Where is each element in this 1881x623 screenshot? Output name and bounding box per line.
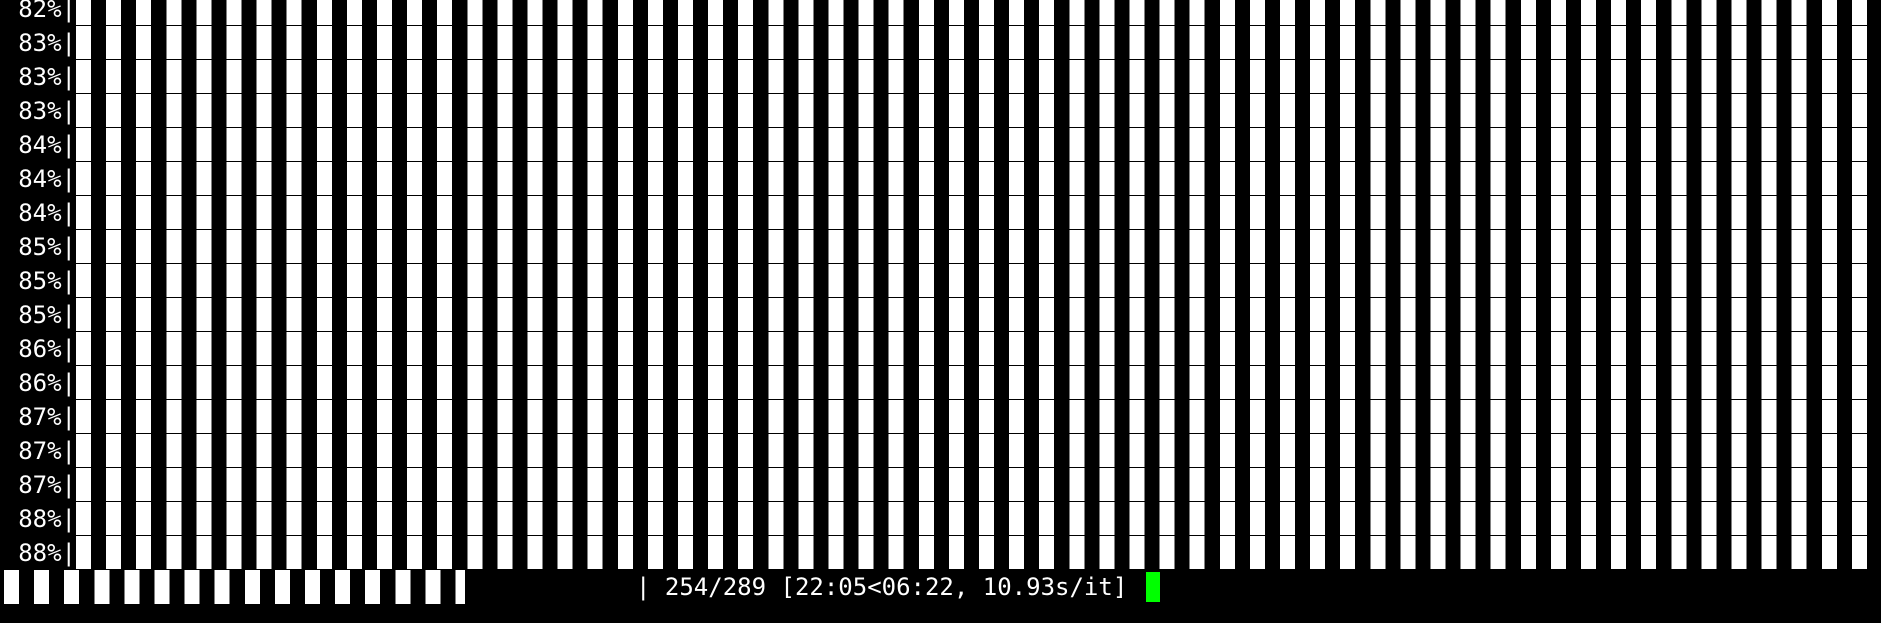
progress-line: 84%| (0, 162, 1881, 196)
progress-percent: 82%| (18, 0, 76, 23)
progress-percent: 85%| (18, 301, 76, 329)
progress-line: 86%| (0, 332, 1881, 366)
current-progress-line: | 254/289 [22:05<06:22, 10.93s/it] (0, 567, 1881, 607)
progress-bar-blocks (76, 128, 1874, 162)
progress-bar-blocks (76, 60, 1874, 94)
progress-bar-blocks (76, 230, 1874, 264)
progress-percent: 84%| (18, 165, 76, 193)
progress-percent: 88%| (18, 539, 76, 567)
progress-bar-blocks (76, 536, 1874, 570)
progress-bar-blocks (76, 162, 1874, 196)
progress-bar-blocks (76, 502, 1874, 536)
progress-line: 85%| (0, 264, 1881, 298)
progress-percent: 84%| (18, 199, 76, 227)
progress-percent: 83%| (18, 97, 76, 125)
progress-line: 86%| (0, 366, 1881, 400)
progress-bar-blocks (76, 0, 1874, 26)
progress-line: 87%| (0, 400, 1881, 434)
progress-bar-blocks (76, 468, 1874, 502)
partial-progress-bar (4, 570, 465, 604)
progress-percent: 83%| (18, 29, 76, 57)
progress-line: 85%| (0, 298, 1881, 332)
progress-percent: 87%| (18, 471, 76, 499)
progress-bar-blocks (76, 332, 1874, 366)
progress-line: 88%| (0, 536, 1881, 570)
progress-line: 83%| (0, 26, 1881, 60)
progress-bar-end (458, 570, 461, 604)
progress-line: 88%| (0, 502, 1881, 536)
progress-line: 87%| (0, 468, 1881, 502)
progress-percent: 84%| (18, 131, 76, 159)
progress-bar-blocks (76, 400, 1874, 434)
progress-bar-blocks (76, 366, 1874, 400)
progress-bar-blocks (76, 94, 1874, 128)
progress-status-text: | 254/289 [22:05<06:22, 10.93s/it] (636, 573, 1128, 601)
terminal-window[interactable]: 82%| 83%| 83%| 83%| 84%| 84%| 84%| 85%| 85%| 85%|… (0, 0, 1881, 623)
progress-line: 82%| (0, 0, 1881, 26)
progress-percent: 87%| (18, 437, 76, 465)
progress-percent: 86%| (18, 335, 76, 363)
progress-line: 84%| (0, 128, 1881, 162)
progress-bar-blocks (76, 26, 1874, 60)
progress-line: 87%| (0, 434, 1881, 468)
progress-bar-blocks (76, 264, 1874, 298)
progress-percent: 85%| (18, 233, 76, 261)
progress-percent: 83%| (18, 63, 76, 91)
progress-percent: 86%| (18, 369, 76, 397)
progress-bar-blocks (76, 196, 1874, 230)
progress-percent: 85%| (18, 267, 76, 295)
terminal-cursor (1146, 572, 1160, 602)
progress-bar-blocks (76, 298, 1874, 332)
progress-bar-blocks (76, 434, 1874, 468)
progress-line: 83%| (0, 94, 1881, 128)
progress-percent: 88%| (18, 505, 76, 533)
progress-line: 85%| (0, 230, 1881, 264)
progress-percent: 87%| (18, 403, 76, 431)
progress-line: 84%| (0, 196, 1881, 230)
progress-line: 83%| (0, 60, 1881, 94)
